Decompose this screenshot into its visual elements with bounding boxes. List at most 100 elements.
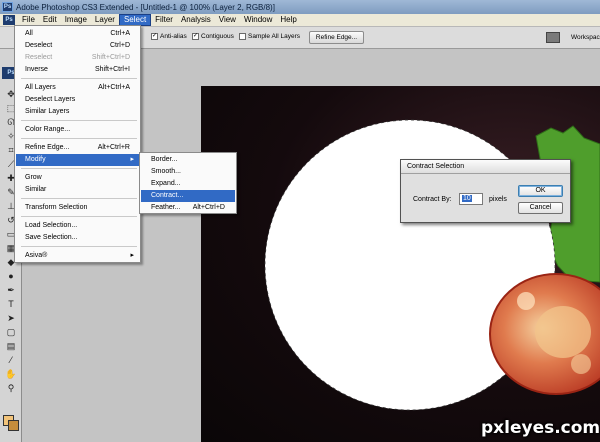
- menu-item-label: Deselect Layers: [25, 96, 76, 103]
- menu-item-label: Color Range...: [25, 126, 71, 133]
- shape-tool-icon[interactable]: ▢: [4, 327, 18, 338]
- menu-item-label: Similar: [25, 186, 47, 193]
- notes-tool-icon[interactable]: ▤: [4, 341, 18, 352]
- modify-submenu: Border... Smooth... Expand... Contract..…: [139, 152, 237, 214]
- menu-item-inverse[interactable]: Inverse Shift+Ctrl+I: [16, 64, 139, 76]
- menu-item-deselect[interactable]: Deselect Ctrl+D: [16, 40, 139, 52]
- menu-window[interactable]: Window: [240, 14, 276, 26]
- menu-item-shortcut: Ctrl+A: [110, 30, 130, 37]
- workspace-label[interactable]: Workspac: [571, 34, 600, 41]
- contiguous-checkbox[interactable]: ✓: [192, 33, 199, 40]
- menu-item-all-layers[interactable]: All Layers Alt+Ctrl+A: [16, 82, 139, 94]
- menu-separator: [21, 216, 137, 217]
- ok-button[interactable]: OK: [518, 185, 563, 197]
- contiguous-label: Contiguous: [201, 33, 234, 40]
- menu-separator: [21, 198, 137, 199]
- submenu-arrow-icon: ▸: [130, 252, 134, 259]
- anti-alias-label: Anti-alias: [160, 33, 187, 40]
- menu-help[interactable]: Help: [276, 14, 300, 26]
- dialog-title[interactable]: Contract Selection: [401, 160, 570, 174]
- menu-view[interactable]: View: [215, 14, 240, 26]
- contract-by-input[interactable]: 10: [459, 193, 483, 205]
- menu-item-shortcut: Shift+Ctrl+D: [91, 54, 130, 61]
- menu-item-label: Inverse: [25, 66, 48, 73]
- submenu-item-label: Contract...: [151, 192, 184, 199]
- menu-separator: [21, 246, 137, 247]
- contiguous-option[interactable]: ✓ Contiguous: [192, 33, 234, 40]
- menu-item-similar-layers[interactable]: Similar Layers: [16, 106, 139, 118]
- menu-item-load-selection[interactable]: Load Selection...: [16, 220, 139, 232]
- menu-item-label: Grow: [25, 174, 42, 181]
- workspace-icon[interactable]: [546, 32, 560, 43]
- menu-item-label: Transform Selection: [25, 204, 88, 211]
- menu-separator: [21, 168, 137, 169]
- menu-item-all[interactable]: All Ctrl+A: [16, 28, 139, 40]
- select-menu-dropdown: All Ctrl+A Deselect Ctrl+D Reselect Shift+C…: [14, 25, 141, 263]
- menu-item-label: Load Selection...: [25, 222, 78, 229]
- submenu-arrow-icon: ▸: [130, 156, 134, 163]
- contract-selection-dialog: Contract Selection Contract By: 10 pixel…: [400, 159, 571, 223]
- menu-item-label: Save Selection...: [25, 234, 78, 241]
- contract-by-label: Contract By:: [413, 196, 452, 203]
- menu-item-label: Modify: [25, 156, 46, 163]
- dodge-tool-icon[interactable]: ●: [4, 271, 18, 282]
- background-color-swatch[interactable]: [8, 420, 19, 431]
- refine-edge-button[interactable]: Refine Edge...: [309, 31, 364, 44]
- anti-alias-option[interactable]: ✓ Anti-alias: [151, 33, 187, 40]
- sample-all-layers-label: Sample All Layers: [248, 33, 301, 40]
- sample-all-layers-option[interactable]: Sample All Layers: [239, 33, 300, 40]
- menu-item-label: All: [25, 30, 33, 37]
- submenu-item-border[interactable]: Border...: [141, 154, 235, 166]
- menu-item-similar[interactable]: Similar: [16, 184, 139, 196]
- menu-separator: [21, 138, 137, 139]
- menu-item-asiva[interactable]: Asiva® ▸: [16, 250, 139, 262]
- pixels-unit-label: pixels: [489, 196, 507, 203]
- menu-item-label: Reselect: [25, 54, 53, 61]
- menu-item-shortcut: Ctrl+D: [109, 42, 130, 49]
- menu-item-label: All Layers: [25, 84, 56, 91]
- menu-item-modify[interactable]: Modify ▸: [16, 154, 139, 166]
- submenu-item-smooth[interactable]: Smooth...: [141, 166, 235, 178]
- submenu-item-contract[interactable]: Contract...: [141, 190, 235, 202]
- menu-separator: [21, 120, 137, 121]
- menu-item-grow[interactable]: Grow: [16, 172, 139, 184]
- menu-item-color-range[interactable]: Color Range...: [16, 124, 139, 136]
- anti-alias-checkbox[interactable]: ✓: [151, 33, 158, 40]
- menu-item-save-selection[interactable]: Save Selection...: [16, 232, 139, 244]
- sample-all-layers-checkbox[interactable]: [239, 33, 246, 40]
- menu-item-refine-edge[interactable]: Refine Edge... Alt+Ctrl+R: [16, 142, 139, 154]
- watermark-text: pxleyes.com: [481, 418, 600, 438]
- menu-separator: [21, 78, 137, 79]
- menu-item-shortcut: Alt+Ctrl+A: [98, 84, 130, 91]
- menu-filter[interactable]: Filter: [151, 14, 177, 26]
- pen-tool-icon[interactable]: ✒: [4, 285, 18, 296]
- submenu-item-label: Smooth...: [151, 168, 181, 175]
- tomato-core: [535, 306, 591, 358]
- menu-item-reselect: Reselect Shift+Ctrl+D: [16, 52, 139, 64]
- submenu-item-shortcut: Alt+Ctrl+D: [192, 204, 225, 211]
- canvas-artwork: [264, 119, 600, 411]
- menu-analysis[interactable]: Analysis: [177, 14, 215, 26]
- cancel-button[interactable]: Cancel: [518, 202, 563, 214]
- menu-item-shortcut: Alt+Ctrl+R: [97, 144, 130, 151]
- menu-item-label: Asiva®: [25, 252, 48, 259]
- app-menu-icon[interactable]: Ps: [3, 15, 15, 25]
- window-title: Adobe Photoshop CS3 Extended - [Untitled…: [16, 2, 275, 12]
- zoom-tool-icon[interactable]: ⚲: [4, 383, 18, 394]
- hand-tool-icon[interactable]: ✋: [4, 369, 18, 380]
- path-selection-tool-icon[interactable]: ➤: [4, 313, 18, 324]
- submenu-item-feather[interactable]: Feather... Alt+Ctrl+D: [141, 202, 235, 214]
- photoshop-logo-icon: Ps: [2, 2, 13, 12]
- submenu-item-label: Expand...: [151, 180, 181, 187]
- menu-item-deselect-layers[interactable]: Deselect Layers: [16, 94, 139, 106]
- eyedropper-tool-icon[interactable]: ⁄: [4, 355, 18, 366]
- menu-item-transform-selection[interactable]: Transform Selection: [16, 202, 139, 214]
- submenu-item-expand[interactable]: Expand...: [141, 178, 235, 190]
- type-tool-icon[interactable]: T: [4, 299, 18, 310]
- menu-item-label: Similar Layers: [25, 108, 70, 115]
- submenu-item-label: Feather...: [151, 204, 181, 211]
- document-canvas[interactable]: [201, 86, 600, 442]
- title-bar: Ps Adobe Photoshop CS3 Extended - [Untit…: [0, 0, 600, 14]
- menu-item-shortcut: Shift+Ctrl+I: [94, 66, 130, 73]
- submenu-item-label: Border...: [151, 156, 178, 163]
